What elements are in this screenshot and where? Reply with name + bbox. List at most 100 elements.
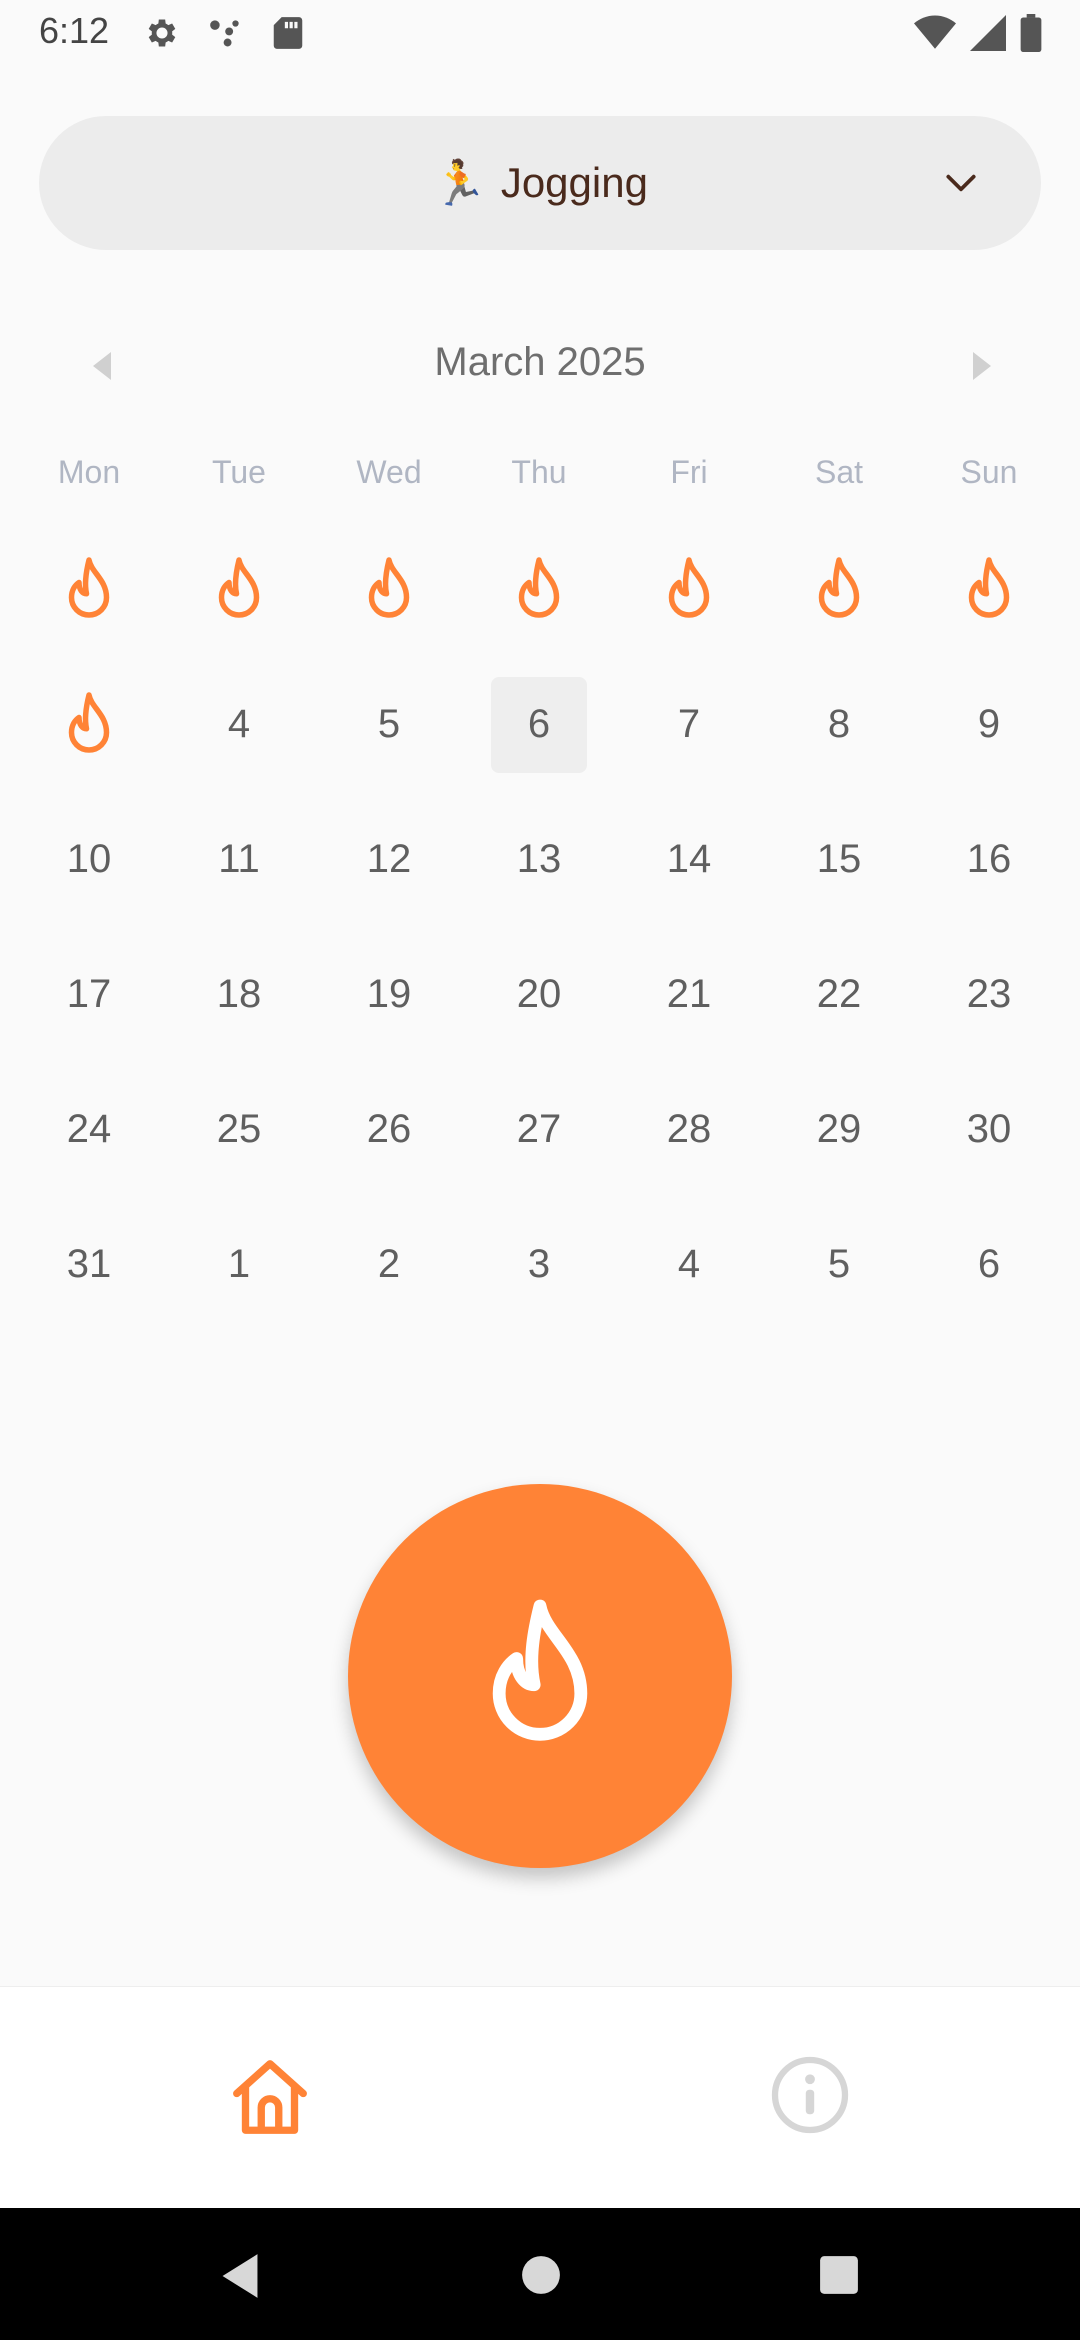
day-number: 27: [516, 1107, 562, 1151]
day-cell[interactable]: 16: [914, 792, 1064, 927]
log-streak-button[interactable]: [348, 1484, 732, 1868]
day-cell-completed[interactable]: [14, 522, 164, 657]
day-number: 15: [816, 837, 862, 881]
day-number: 4: [227, 702, 251, 746]
day-number: 20: [516, 972, 562, 1016]
day-cell[interactable]: 13: [464, 792, 614, 927]
home-circle-icon[interactable]: [520, 2254, 562, 2296]
day-cell[interactable]: 18: [164, 927, 314, 1062]
day-cell[interactable]: 17: [14, 927, 164, 1062]
day-number: 21: [666, 972, 712, 1016]
day-number: 9: [977, 702, 1001, 746]
day-cell[interactable]: 15: [764, 792, 914, 927]
day-cell[interactable]: 4: [164, 657, 314, 792]
day-cell[interactable]: 25: [164, 1062, 314, 1197]
day-cell[interactable]: 24: [14, 1062, 164, 1197]
day-cell[interactable]: 27: [464, 1062, 614, 1197]
day-number: 11: [218, 837, 260, 881]
fire-icon: [959, 554, 1019, 626]
day-number: 19: [366, 972, 412, 1016]
day-cell[interactable]: 3: [464, 1197, 614, 1332]
week-row: [14, 522, 1066, 657]
day-cell-completed[interactable]: [764, 522, 914, 657]
day-cell-completed[interactable]: [914, 522, 1064, 657]
status-bar: 6:12: [0, 0, 1080, 66]
day-number: 18: [216, 972, 262, 1016]
day-cell-completed[interactable]: [614, 522, 764, 657]
day-cell[interactable]: 6: [464, 657, 614, 792]
fire-icon: [809, 554, 869, 626]
fire-icon: [209, 554, 269, 626]
day-cell-completed[interactable]: [464, 522, 614, 657]
fire-icon: [470, 1591, 610, 1761]
day-number: 1: [227, 1242, 251, 1286]
day-cell[interactable]: 9: [914, 657, 1064, 792]
day-cell[interactable]: 23: [914, 927, 1064, 1062]
month-title: March 2025: [434, 340, 646, 384]
weekday-label: Wed: [356, 454, 422, 490]
weekday-label: Thu: [511, 454, 567, 490]
day-cell[interactable]: 12: [314, 792, 464, 927]
day-number: 6: [977, 1242, 1001, 1286]
day-cell[interactable]: 4: [614, 1197, 764, 1332]
day-cell[interactable]: 30: [914, 1062, 1064, 1197]
day-cell[interactable]: 8: [764, 657, 914, 792]
chevron-down-icon: [941, 164, 981, 202]
back-icon[interactable]: [218, 2252, 262, 2300]
day-cell[interactable]: 26: [314, 1062, 464, 1197]
day-number: 30: [966, 1107, 1012, 1151]
day-cell[interactable]: 31: [14, 1197, 164, 1332]
day-cell[interactable]: 19: [314, 927, 464, 1062]
signal-icon: [970, 15, 1006, 51]
day-cell[interactable]: 1: [164, 1197, 314, 1332]
day-number: 26: [366, 1107, 412, 1151]
day-cell[interactable]: 21: [614, 927, 764, 1062]
day-cell[interactable]: 7: [614, 657, 764, 792]
day-cell[interactable]: 5: [314, 657, 464, 792]
activity-label: Jogging: [500, 159, 648, 206]
day-number: 25: [216, 1107, 262, 1151]
day-cell[interactable]: 10: [14, 792, 164, 927]
day-number: 6: [527, 702, 551, 746]
day-cell[interactable]: 14: [614, 792, 764, 927]
day-cell[interactable]: 5: [764, 1197, 914, 1332]
calendar-grid: 4 5 6 7 8 9 10 11 12 13 14 15 16 17 18 19 20 21 22 23 24 25 26…: [14, 522, 1066, 1332]
day-cell-completed[interactable]: [164, 522, 314, 657]
day-number: 24: [66, 1107, 112, 1151]
day-cell[interactable]: 2: [314, 1197, 464, 1332]
day-cell[interactable]: 11: [164, 792, 314, 927]
week-row: 10 11 12 13 14 15 16: [14, 792, 1066, 927]
day-number: 10: [66, 837, 112, 881]
weekday-label: Tue: [212, 454, 266, 490]
status-time: 6:12: [39, 10, 110, 51]
day-cell[interactable]: 20: [464, 927, 614, 1062]
weekday-label: Mon: [57, 454, 121, 490]
day-number: 17: [66, 972, 112, 1016]
day-number: 14: [666, 837, 712, 881]
day-number: 13: [516, 837, 562, 881]
day-number: 28: [666, 1107, 712, 1151]
fire-icon: [509, 554, 569, 626]
weekday-label: Sun: [960, 454, 1018, 490]
home-icon[interactable]: [228, 2053, 312, 2141]
next-month-button[interactable]: [970, 352, 992, 380]
day-cell[interactable]: 29: [764, 1062, 914, 1197]
day-cell-completed[interactable]: [314, 522, 464, 657]
day-cell[interactable]: 6: [914, 1197, 1064, 1332]
week-row: 4 5 6 7 8 9: [14, 657, 1066, 792]
day-number: 29: [816, 1107, 862, 1151]
day-number: 5: [377, 702, 401, 746]
fire-icon: [59, 554, 119, 626]
fire-icon: [659, 554, 719, 626]
day-cell[interactable]: 28: [614, 1062, 764, 1197]
day-number: 4: [677, 1242, 701, 1286]
day-number: 3: [527, 1242, 551, 1286]
recents-icon[interactable]: [818, 2254, 860, 2296]
day-number: 12: [366, 837, 412, 881]
day-number: 22: [816, 972, 862, 1016]
day-number: 2: [377, 1242, 401, 1286]
day-cell[interactable]: 22: [764, 927, 914, 1062]
info-icon[interactable]: [768, 2053, 852, 2137]
day-cell-completed[interactable]: [14, 657, 164, 792]
activity-selector[interactable]: 🏃 Jogging: [39, 116, 1041, 250]
